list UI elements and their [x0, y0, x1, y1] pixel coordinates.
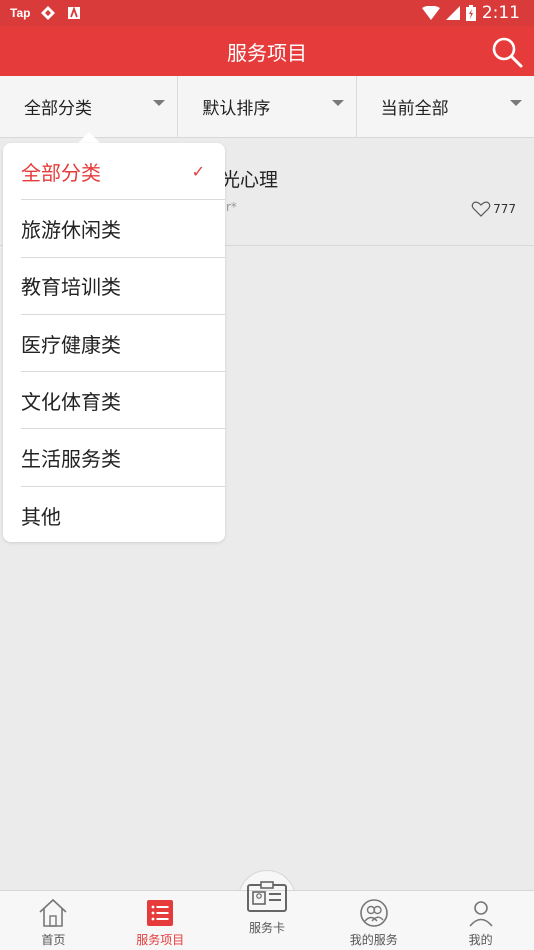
- nav-service-card-label: 服务卡: [248, 921, 285, 935]
- dropdown-pointer: [78, 132, 100, 143]
- dropdown-item-education[interactable]: 教育培训类: [21, 258, 225, 315]
- wifi-icon: [421, 6, 440, 20]
- dropdown-item-label: 旅游休闲类: [21, 217, 121, 242]
- likes-counter[interactable]: 777: [471, 201, 516, 217]
- notification-a-icon: [68, 6, 81, 19]
- nav-services-label: 服务项目: [136, 933, 185, 947]
- dropdown-item-life-services[interactable]: 生活服务类: [21, 429, 225, 487]
- dropdown-item-label: 文化体育类: [21, 389, 121, 414]
- battery-icon: [465, 5, 476, 21]
- dropdown-item-label: 其他: [21, 504, 61, 529]
- nav-my-services[interactable]: 我的服务: [320, 891, 427, 950]
- filter-sort-label: 默认排序: [202, 99, 271, 119]
- nav-service-card[interactable]: 服务卡: [232, 880, 302, 948]
- nav-home[interactable]: 首页: [0, 891, 107, 950]
- dropdown-item-label: 教育培训类: [21, 275, 121, 300]
- heart-icon: [471, 201, 491, 217]
- dropdown-item-label: 全部分类: [21, 160, 101, 185]
- dropdown-item-travel[interactable]: 旅游休闲类: [21, 200, 225, 258]
- list-item-rating: r*: [226, 200, 237, 214]
- status-bar: Tap 2:11: [0, 0, 534, 26]
- filter-category[interactable]: 全部分类: [0, 76, 179, 137]
- filter-sort[interactable]: 默认排序: [178, 76, 357, 137]
- search-icon[interactable]: [490, 35, 524, 69]
- dropdown-item-culture-sports[interactable]: 文化体育类: [21, 372, 225, 430]
- nav-my-services-label: 我的服务: [349, 933, 398, 947]
- status-right: 2:11: [421, 3, 520, 23]
- card-icon: [247, 881, 287, 912]
- dropdown-item-medical[interactable]: 医疗健康类: [21, 315, 225, 373]
- category-dropdown: 全部分类 ✓ 旅游休闲类 教育培训类 医疗健康类 文化体育类 生活服务类 其他: [3, 143, 225, 542]
- filter-category-label: 全部分类: [24, 99, 92, 119]
- sync-icon: [41, 6, 56, 20]
- chevron-down-icon: [153, 99, 166, 106]
- signal-icon: [445, 6, 460, 20]
- home-icon: [39, 898, 67, 927]
- page-title: 服务项目: [227, 40, 307, 65]
- filter-bar: 全部分类 默认排序 当前全部: [0, 76, 534, 138]
- nav-profile[interactable]: 我的: [427, 891, 534, 950]
- chevron-down-icon: [509, 99, 522, 106]
- nav-profile-label: 我的: [468, 933, 493, 947]
- dropdown-item-other[interactable]: 其他: [21, 487, 225, 544]
- check-icon: ✓: [191, 161, 205, 181]
- nav-home-label: 首页: [41, 933, 66, 947]
- chevron-down-icon: [331, 99, 344, 106]
- people-icon: [359, 899, 388, 927]
- dropdown-item-all[interactable]: 全部分类 ✓: [21, 143, 225, 201]
- status-left: Tap: [10, 5, 82, 21]
- filter-scope-label: 当前全部: [380, 99, 449, 119]
- dropdown-item-label: 医疗健康类: [21, 332, 121, 357]
- dropdown-item-label: 生活服务类: [21, 447, 121, 472]
- status-time: 2:11: [481, 3, 520, 23]
- user-icon: [468, 901, 493, 927]
- nav-services[interactable]: 服务项目: [107, 891, 214, 950]
- list-item-title: 光心理: [221, 169, 279, 191]
- likes-count: 777: [493, 202, 516, 216]
- app-header: 服务项目: [0, 26, 534, 76]
- tap-badge: Tap: [10, 6, 31, 20]
- filter-scope[interactable]: 当前全部: [357, 76, 534, 137]
- list-icon: [147, 900, 174, 926]
